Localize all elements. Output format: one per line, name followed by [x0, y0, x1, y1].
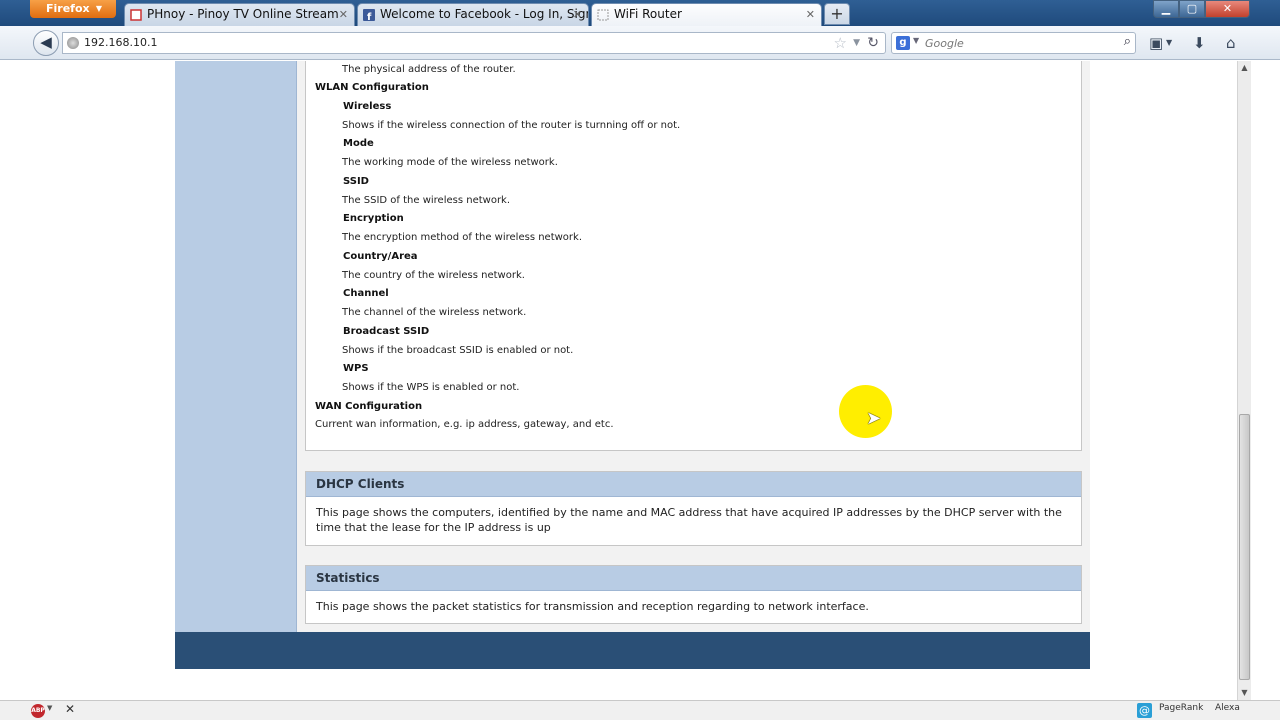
globe-icon — [67, 37, 79, 49]
help-subheading: Wireless — [343, 101, 392, 112]
close-tab-icon[interactable]: ✕ — [806, 4, 815, 25]
tab-facebook[interactable]: f Welcome to Facebook - Log In, Sign ...… — [357, 3, 589, 26]
back-button[interactable]: ◀ — [33, 30, 59, 56]
help-subheading: Country/Area — [343, 251, 418, 262]
router-sidebar — [175, 61, 297, 632]
close-tab-icon[interactable]: ✕ — [573, 4, 582, 25]
router-footer — [175, 632, 1090, 669]
tab-title: Welcome to Facebook - Log In, Sign ... — [380, 7, 589, 21]
url-text[interactable]: 192.168.10.1 — [84, 36, 157, 49]
at-icon[interactable]: @ — [1137, 703, 1152, 718]
downloads-icon[interactable]: ⬇ — [1193, 34, 1206, 52]
panel-title: DHCP Clients — [306, 472, 1081, 497]
router-content: The physical address of the router. WLAN… — [297, 61, 1090, 632]
scrollbar-thumb[interactable] — [1239, 414, 1250, 680]
help-subheading: Mode — [343, 138, 374, 149]
help-subheading: Channel — [343, 288, 389, 299]
panel-body: This page shows the computers, identifie… — [316, 506, 1062, 534]
reload-icon[interactable]: ↻ — [867, 33, 879, 53]
page-favicon-icon — [130, 9, 142, 21]
new-tab-button[interactable]: + — [824, 3, 850, 25]
help-text: Current wan information, e.g. ip address… — [315, 419, 614, 430]
help-subheading: SSID — [343, 176, 369, 187]
bookmarks-icon[interactable]: ▣ — [1149, 34, 1163, 52]
mouse-pointer-icon: ➤ — [866, 408, 882, 429]
address-bar[interactable]: 192.168.10.1 ☆ ▼ ↻ — [62, 32, 886, 54]
home-icon[interactable]: ⌂ — [1226, 34, 1236, 52]
statistics-panel: Statistics This page shows the packet st… — [305, 565, 1082, 624]
page-viewport: The physical address of the router. WLAN… — [28, 61, 1237, 700]
help-text: Shows if the broadcast SSID is enabled o… — [342, 345, 574, 356]
back-arrow-icon: ◀ — [40, 33, 52, 51]
close-tab-icon[interactable]: ✕ — [339, 4, 348, 25]
status-help-box: The physical address of the router. WLAN… — [305, 61, 1082, 451]
help-heading: WAN Configuration — [315, 401, 423, 412]
tab-wifi-router[interactable]: WiFi Router ✕ — [591, 3, 822, 26]
alexa-label[interactable]: Alexa — [1215, 703, 1240, 713]
chevron-down-icon: ▼ — [95, 4, 102, 13]
help-text: The SSID of the wireless network. — [342, 195, 511, 206]
chevron-down-icon[interactable]: ▼ — [913, 36, 919, 45]
tab-title: WiFi Router — [614, 7, 682, 21]
navigation-toolbar: ◀ 192.168.10.1 ☆ ▼ ↻ g ▼ Google ⌕ ▣ ▼ ⬇ … — [0, 26, 1280, 60]
tab-bar: Firefox ▼ PHnoy - Pinoy TV Online Stream… — [0, 0, 1280, 26]
search-icon[interactable]: ⌕ — [1124, 34, 1131, 49]
chevron-down-icon[interactable]: ▼ — [1166, 34, 1172, 52]
bookmark-star-icon[interactable]: ☆ — [834, 33, 847, 53]
close-window-icon[interactable]: ✕ — [1205, 0, 1250, 18]
help-text: The working mode of the wireless network… — [342, 157, 558, 168]
search-bar[interactable]: g ▼ Google ⌕ — [891, 32, 1136, 54]
firefox-menu-label: Firefox — [46, 2, 90, 15]
help-text: The channel of the wireless network. — [342, 307, 527, 318]
history-dropdown-icon[interactable]: ▼ — [853, 33, 860, 53]
help-text: The country of the wireless network. — [342, 270, 525, 281]
minimize-icon[interactable]: ▁ — [1153, 0, 1179, 18]
vertical-scrollbar[interactable]: ▲ ▼ — [1237, 61, 1251, 700]
search-input[interactable]: Google — [925, 37, 964, 50]
panel-body: This page shows the packet statistics fo… — [316, 600, 869, 613]
panel-title: Statistics — [306, 566, 1081, 591]
scroll-up-icon[interactable]: ▲ — [1238, 61, 1251, 75]
google-icon[interactable]: g — [896, 36, 910, 50]
help-subheading: WPS — [343, 363, 369, 374]
help-text: Shows if the WPS is enabled or not. — [342, 382, 520, 393]
help-heading: WLAN Configuration — [315, 82, 429, 93]
facebook-icon: f — [363, 9, 375, 21]
tab-title: PHnoy - Pinoy TV Online Stream — [147, 7, 339, 21]
maximize-icon[interactable]: ▢ — [1179, 0, 1205, 18]
help-text: Shows if the wireless connection of the … — [342, 120, 681, 131]
close-addon-bar-icon[interactable]: ✕ — [65, 702, 75, 716]
blank-page-icon — [597, 9, 609, 21]
tab-phnoy[interactable]: PHnoy - Pinoy TV Online Stream ✕ — [124, 3, 355, 26]
dhcp-clients-panel: DHCP Clients This page shows the compute… — [305, 471, 1082, 546]
help-text: The physical address of the router. — [342, 64, 516, 75]
adblock-icon[interactable]: ABP — [31, 704, 45, 718]
pagerank-label[interactable]: PageRank — [1159, 703, 1203, 713]
help-subheading: Encryption — [343, 213, 404, 224]
help-subheading: Broadcast SSID — [343, 326, 430, 337]
svg-text:f: f — [367, 12, 372, 21]
help-text: The encryption method of the wireless ne… — [342, 232, 582, 243]
firefox-menu-button[interactable]: Firefox ▼ — [30, 0, 116, 18]
addon-bar: ABP ▼ ✕ @ PageRank Alexa — [0, 700, 1280, 720]
scroll-down-icon[interactable]: ▼ — [1238, 686, 1251, 700]
chevron-down-icon[interactable]: ▼ — [47, 704, 52, 712]
